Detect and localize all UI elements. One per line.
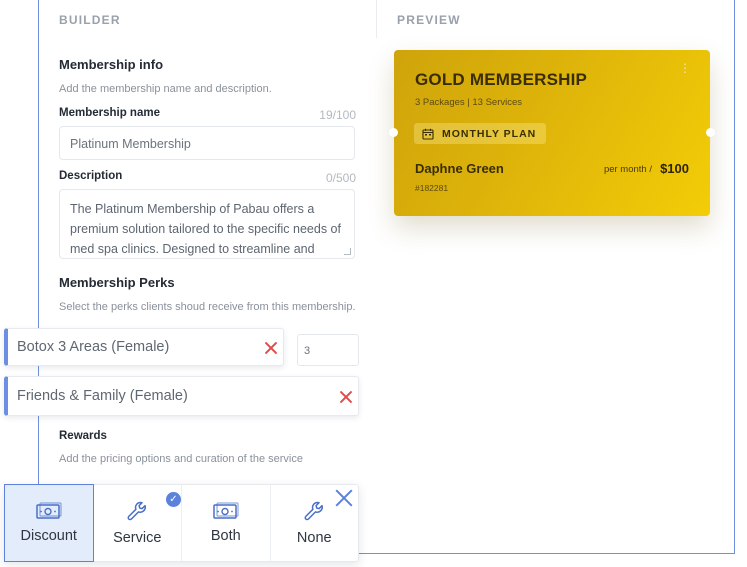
description-label: Description — [59, 170, 123, 182]
reward-option-both[interactable]: Both — [182, 485, 271, 561]
reward-option-label: Discount — [20, 528, 77, 544]
card-subtitle: 3 Packages | 13 Services — [415, 97, 523, 108]
plan-badge: MONTHLY PLAN — [414, 123, 547, 144]
reward-option-label: Service — [113, 530, 162, 546]
perk-item[interactable]: Botox 3 Areas (Female) — [4, 328, 284, 366]
wrench-icon — [304, 501, 324, 521]
membership-name-counter: 19/100 — [319, 108, 356, 122]
plan-label: MONTHLY PLAN — [442, 127, 537, 140]
calendar-icon — [422, 128, 434, 140]
reward-option-discount[interactable]: Discount — [4, 484, 94, 562]
remove-perk-icon[interactable] — [264, 341, 278, 355]
card-holder-id: #182281 — [415, 183, 449, 193]
membership-name-input[interactable]: Platinum Membership — [59, 126, 355, 160]
tab-builder[interactable]: BUILDER — [59, 13, 121, 27]
membership-name-label: Membership name — [59, 107, 160, 119]
reward-option-service[interactable]: ✓ Service — [94, 485, 182, 561]
perk-quantity-input[interactable]: 3 — [297, 334, 359, 366]
card-price: $100 — [660, 161, 689, 176]
resize-handle-icon[interactable] — [344, 248, 351, 255]
wrench-icon — [127, 501, 147, 521]
check-icon: ✓ — [166, 492, 181, 507]
tab-divider — [376, 0, 377, 38]
membership-info-subtitle: Add the membership name and description. — [59, 83, 272, 95]
membership-info-title: Membership info — [59, 57, 164, 72]
money-icon — [213, 502, 239, 519]
reward-options: Discount ✓ Service Both None — [4, 484, 359, 562]
money-icon — [36, 502, 62, 519]
rewards-title: Rewards — [59, 430, 107, 442]
tab-preview[interactable]: PREVIEW — [397, 13, 461, 27]
description-text: The Platinum Membership of Pabau offers … — [70, 202, 341, 256]
remove-perk-icon[interactable] — [339, 390, 353, 404]
reward-option-label: None — [296, 530, 332, 546]
membership-preview-card: GOLD MEMBERSHIP 3 Packages | 13 Services… — [389, 50, 715, 216]
description-textarea[interactable]: The Platinum Membership of Pabau offers … — [59, 189, 355, 259]
close-icon[interactable] — [335, 489, 353, 507]
card-holder-name: Daphne Green — [415, 161, 504, 176]
more-options-icon[interactable]: ⋮ — [679, 62, 691, 74]
perks-subtitle: Select the perks clients shoud receive f… — [59, 301, 356, 313]
card-notch-left — [389, 128, 398, 137]
perk-item[interactable]: Friends & Family (Female) — [4, 376, 359, 416]
card-notch-right — [706, 128, 715, 137]
card-title: GOLD MEMBERSHIP — [415, 70, 588, 89]
perk-label: Botox 3 Areas (Female) — [17, 339, 170, 355]
per-month-label: per month / — [603, 164, 652, 175]
rewards-subtitle: Add the pricing options and curation of … — [59, 453, 303, 465]
description-counter: 0/500 — [325, 171, 356, 185]
reward-option-label: Both — [210, 528, 241, 544]
perks-title: Membership Perks — [59, 275, 175, 290]
perk-label: Friends & Family (Female) — [17, 388, 188, 404]
